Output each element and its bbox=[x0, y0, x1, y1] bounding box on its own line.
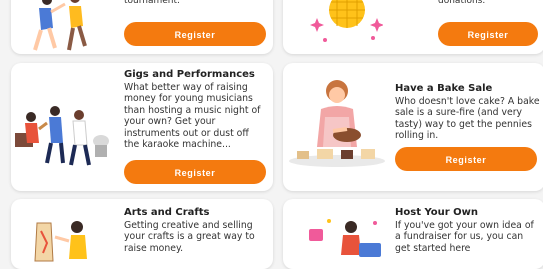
register-button[interactable]: Register bbox=[395, 147, 537, 171]
disco-ball-illustration bbox=[310, 0, 383, 42]
card-description: Who doesn't love cake? A bake sale is a … bbox=[395, 96, 540, 142]
card-title: Gigs and Performances bbox=[124, 69, 255, 80]
register-button[interactable]: Register bbox=[438, 22, 538, 46]
dancers-illustration bbox=[33, 0, 87, 51]
fundraiser-card-arts: Arts and Crafts Getting creative and sel… bbox=[11, 199, 273, 269]
card-body: Host Your Own If you've got your own ide… bbox=[395, 207, 540, 254]
baker-illustration bbox=[289, 80, 385, 167]
card-partial-text: donations. bbox=[438, 0, 486, 6]
card-description: What better way of raising money for you… bbox=[124, 82, 261, 151]
card-partial-text: tournament. bbox=[124, 0, 180, 6]
card-description: Getting creative and selling your crafts… bbox=[124, 220, 255, 254]
host-laptop-illustration bbox=[309, 219, 381, 257]
fundraiser-card-host: Host Your Own If you've got your own ide… bbox=[283, 199, 543, 269]
card-description: If you've got your own idea of a fundrai… bbox=[395, 220, 534, 254]
register-button[interactable]: Register bbox=[124, 22, 266, 46]
card-body: Have a Bake Sale Who doesn't love cake? … bbox=[395, 83, 540, 142]
card-title: Have a Bake Sale bbox=[395, 83, 493, 94]
card-title: Arts and Crafts bbox=[124, 207, 210, 218]
register-button[interactable]: Register bbox=[124, 160, 266, 184]
fundraiser-card-gigs: Gigs and Performances What better way of… bbox=[11, 63, 273, 191]
fundraiser-card-sports: tournament. Register bbox=[11, 0, 273, 54]
fundraiser-card-bake-sale: Have a Bake Sale Who doesn't love cake? … bbox=[283, 63, 543, 191]
fundraiser-card-donations: donations. Register bbox=[283, 0, 543, 54]
musicians-illustration bbox=[15, 106, 109, 166]
card-body: Arts and Crafts Getting creative and sel… bbox=[124, 207, 266, 254]
card-body: Gigs and Performances What better way of… bbox=[124, 69, 266, 150]
painter-illustration bbox=[34, 221, 87, 262]
card-title: Host Your Own bbox=[395, 207, 479, 218]
